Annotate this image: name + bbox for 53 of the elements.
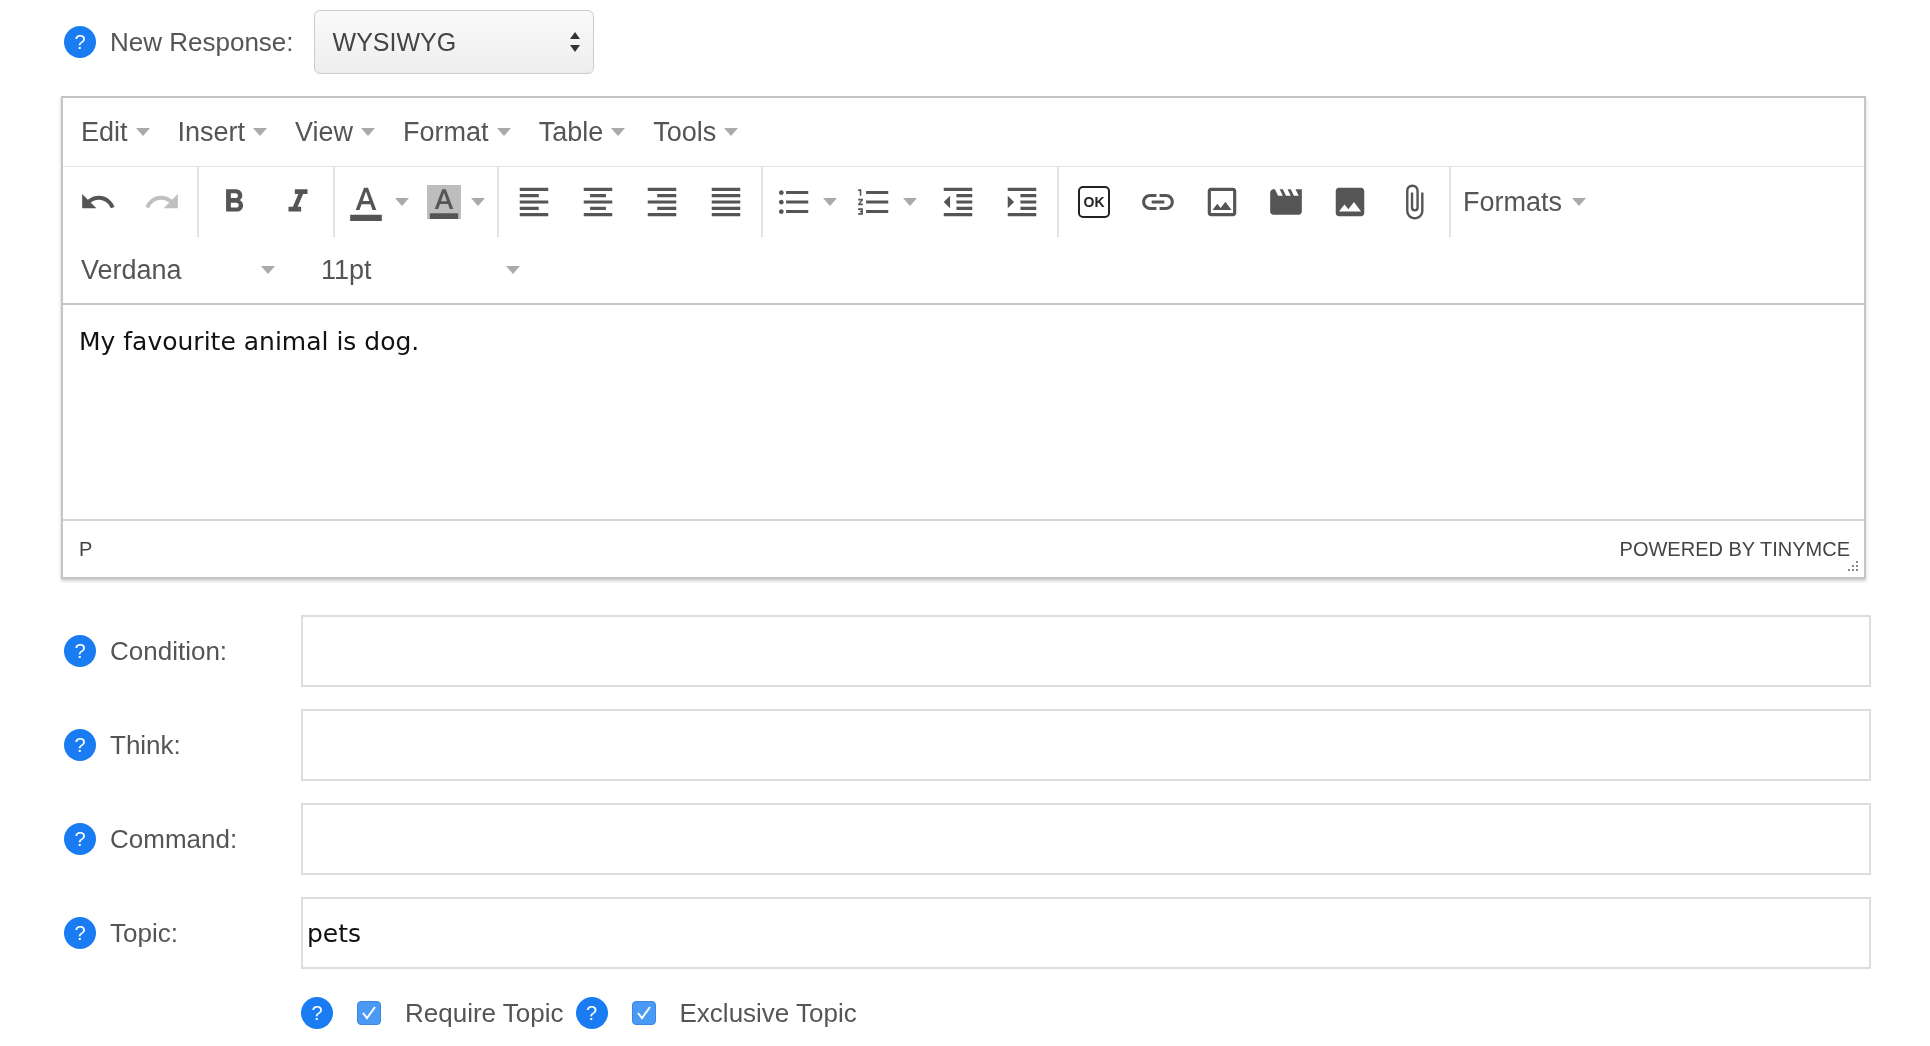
caret-icon bbox=[253, 128, 268, 136]
menu-item[interactable]: Table bbox=[528, 110, 636, 154]
caret-icon bbox=[611, 128, 626, 136]
paragraph: My favourite animal is dog. bbox=[79, 327, 421, 356]
formats-dropdown[interactable]: Formats bbox=[1457, 178, 1592, 226]
caret-icon bbox=[1572, 198, 1586, 206]
checkmark-icon bbox=[635, 1006, 652, 1020]
caret-icon bbox=[135, 128, 150, 136]
menu-item[interactable]: View bbox=[285, 110, 386, 154]
select-arrows-icon bbox=[568, 31, 581, 53]
text-field[interactable] bbox=[301, 709, 1871, 781]
menu-item[interactable]: Insert bbox=[167, 110, 278, 154]
field-label: Command: bbox=[110, 823, 238, 855]
text-field[interactable] bbox=[301, 803, 1871, 875]
element-path[interactable]: P bbox=[79, 537, 93, 561]
checkbox-label: Exclusive Topic bbox=[679, 997, 857, 1029]
field-label: Think: bbox=[110, 729, 181, 761]
caret-icon bbox=[471, 198, 485, 206]
help-icon[interactable]: ? bbox=[64, 635, 96, 667]
menu-item[interactable]: Tools bbox=[643, 110, 749, 154]
menu-item[interactable]: Format bbox=[393, 110, 521, 154]
template-button[interactable]: OK bbox=[1065, 178, 1123, 226]
response-type-select[interactable]: WYSIWYG bbox=[313, 10, 594, 74]
help-icon[interactable]: ? bbox=[64, 917, 96, 949]
field-label: New Response: bbox=[110, 26, 294, 58]
font-family-dropdown[interactable]: Verdana bbox=[73, 248, 283, 292]
checkmark-icon bbox=[361, 1006, 377, 1020]
checkbox[interactable] bbox=[631, 1001, 656, 1025]
menu-item[interactable]: Edit bbox=[71, 110, 160, 154]
checkbox-label: Require Topic bbox=[405, 997, 564, 1029]
highlight-icon bbox=[427, 185, 461, 219]
caret-icon bbox=[261, 266, 275, 274]
caret-icon bbox=[724, 128, 739, 136]
help-icon[interactable]: ? bbox=[575, 997, 608, 1029]
text-field[interactable]: pets bbox=[301, 897, 1871, 969]
editor-content[interactable]: My favourite animal is dog. bbox=[63, 305, 1864, 519]
caret-icon bbox=[903, 198, 917, 206]
field-label: Topic: bbox=[110, 917, 178, 949]
help-icon[interactable]: ? bbox=[301, 997, 333, 1029]
caret-icon bbox=[395, 198, 409, 206]
template-icon: OK bbox=[1078, 186, 1110, 218]
caret-icon bbox=[496, 128, 511, 136]
help-icon[interactable]: ? bbox=[64, 26, 96, 58]
help-icon[interactable]: ? bbox=[64, 729, 96, 761]
checkbox[interactable] bbox=[357, 1001, 381, 1025]
text-field[interactable] bbox=[301, 615, 1871, 687]
font-size-dropdown[interactable]: 11pt bbox=[313, 248, 528, 292]
caret-icon bbox=[506, 266, 520, 274]
caret-icon bbox=[823, 198, 837, 206]
field-label: Condition: bbox=[110, 635, 228, 667]
caret-icon bbox=[361, 128, 376, 136]
branding-text: POWERED BY TINYMCE bbox=[1619, 537, 1850, 561]
help-icon[interactable]: ? bbox=[64, 823, 96, 855]
